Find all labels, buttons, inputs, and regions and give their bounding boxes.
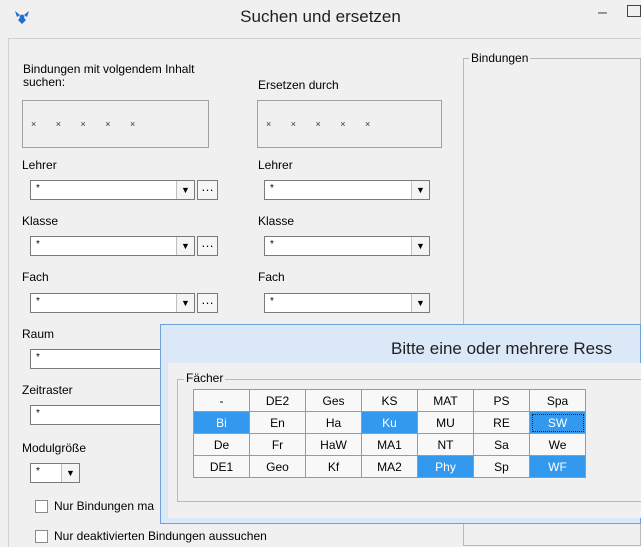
replace-subject-label: Fach xyxy=(258,270,285,284)
teacher-value: * xyxy=(36,183,40,194)
subject-cell[interactable]: MAT xyxy=(417,389,474,412)
subjects-group-caption: Fächer xyxy=(184,371,226,385)
bindings-group-caption: Bindungen xyxy=(469,51,531,65)
chevron-down-icon[interactable]: ▼ xyxy=(411,237,429,255)
subject-cell[interactable]: SW xyxy=(529,411,586,434)
subject-cell[interactable]: MA2 xyxy=(361,455,418,478)
subject-cell[interactable]: MA1 xyxy=(361,433,418,456)
subject-cell[interactable]: Ku xyxy=(361,411,418,434)
chevron-down-icon[interactable]: ▼ xyxy=(176,181,194,199)
subject-value: * xyxy=(36,296,40,307)
search-label-line2: suchen: xyxy=(23,75,66,89)
subject-cell[interactable]: KS xyxy=(361,389,418,412)
subject-cell[interactable]: En xyxy=(249,411,306,434)
module-size-combo[interactable]: * ▼ xyxy=(30,463,80,483)
only-deactivated-label: Nur deaktivierten Bindungen aussuchen xyxy=(54,529,267,543)
module-size-value: * xyxy=(36,466,40,477)
subject-cell[interactable]: Phy xyxy=(417,455,474,478)
replace-class-combo[interactable]: * ▼ xyxy=(264,236,430,256)
subject-cell[interactable]: DE2 xyxy=(249,389,306,412)
chevron-down-icon[interactable]: ▼ xyxy=(61,464,79,482)
popup-title: Bitte eine oder mehrere Ress xyxy=(391,339,613,358)
subject-cell[interactable]: Ha xyxy=(305,411,362,434)
subject-cell[interactable]: Sa xyxy=(473,433,530,456)
subject-label: Fach xyxy=(22,270,49,284)
class-browse-button[interactable]: … xyxy=(197,236,218,256)
subject-cell[interactable]: Ges xyxy=(305,389,362,412)
room-label: Raum xyxy=(22,327,55,341)
class-label: Klasse xyxy=(22,214,59,228)
chevron-down-icon[interactable]: ▼ xyxy=(411,294,429,312)
subject-cell[interactable]: De xyxy=(193,433,250,456)
chevron-down-icon[interactable]: ▼ xyxy=(411,181,429,199)
subject-cell[interactable]: RE xyxy=(473,411,530,434)
replace-label: Ersetzen durch xyxy=(258,78,339,92)
minimize-button[interactable]: – xyxy=(598,4,612,22)
replace-teacher-label: Lehrer xyxy=(258,158,293,172)
search-pattern-box[interactable]: × × × × × xyxy=(22,100,209,148)
subject-cell[interactable]: Bi xyxy=(193,411,250,434)
subject-cell[interactable]: WF xyxy=(529,455,586,478)
teacher-label: Lehrer xyxy=(22,158,57,172)
replace-subject-combo[interactable]: * ▼ xyxy=(264,293,430,313)
subject-combo[interactable]: * ▼ xyxy=(30,293,195,313)
module-size-label: Modulgröße xyxy=(22,441,87,455)
subject-cell[interactable]: DE1 xyxy=(193,455,250,478)
resource-picker-popup: Bitte eine oder mehrere Ress Fächer - DE2… xyxy=(160,324,641,524)
subject-cell[interactable]: PS xyxy=(473,389,530,412)
chevron-down-icon[interactable]: ▼ xyxy=(176,237,194,255)
subject-cell[interactable]: Geo xyxy=(249,455,306,478)
subject-cell[interactable]: - xyxy=(193,389,250,412)
only-bindings-checkbox[interactable] xyxy=(35,500,48,513)
replace-teacher-value: * xyxy=(270,183,274,194)
popup-body: Fächer - DE2 Ges KS MAT PS Spa Bi En Ha Ku MU RE SW De… xyxy=(168,363,641,518)
teacher-combo[interactable]: * ▼ xyxy=(30,180,195,200)
subject-cell[interactable]: Sp xyxy=(473,455,530,478)
window-title: Suchen und ersetzen xyxy=(240,7,401,26)
class-combo[interactable]: * ▼ xyxy=(30,236,195,256)
room-value: * xyxy=(36,352,40,363)
subject-cell[interactable]: HaW xyxy=(305,433,362,456)
timegrid-value: * xyxy=(36,408,40,419)
grid-row: De Fr HaW MA1 NT Sa We xyxy=(193,433,586,456)
replace-teacher-combo[interactable]: * ▼ xyxy=(264,180,430,200)
replace-pattern-box[interactable]: × × × × × xyxy=(257,100,442,148)
subject-cell[interactable]: MU xyxy=(417,411,474,434)
subject-cell[interactable]: NT xyxy=(417,433,474,456)
subject-cell[interactable]: Spa xyxy=(529,389,586,412)
only-bindings-label: Nur Bindungen ma xyxy=(54,499,155,513)
maximize-button[interactable] xyxy=(627,5,641,17)
replace-class-label: Klasse xyxy=(258,214,295,228)
subject-cell[interactable]: Kf xyxy=(305,455,362,478)
subject-browse-button[interactable]: … xyxy=(197,293,218,313)
search-pattern: × × × × × xyxy=(31,119,136,129)
chevron-down-icon[interactable]: ▼ xyxy=(176,294,194,312)
grid-row: DE1 Geo Kf MA2 Phy Sp WF xyxy=(193,455,586,478)
subject-grid: - DE2 Ges KS MAT PS Spa Bi En Ha Ku MU RE SW De Fr HaW MA… xyxy=(193,389,586,478)
replace-subject-value: * xyxy=(270,296,274,307)
teacher-browse-button[interactable]: … xyxy=(197,180,218,200)
class-value: * xyxy=(36,239,40,250)
only-deactivated-checkbox[interactable] xyxy=(35,530,48,543)
grid-row: - DE2 Ges KS MAT PS Spa xyxy=(193,389,586,412)
timegrid-label: Zeitraster xyxy=(22,383,73,397)
replace-class-value: * xyxy=(270,239,274,250)
search-label-line1: Bindungen mit volgendem Inhalt xyxy=(23,62,195,76)
subject-cell[interactable]: We xyxy=(529,433,586,456)
replace-pattern: × × × × × xyxy=(266,119,371,129)
subject-cell[interactable]: Fr xyxy=(249,433,306,456)
grid-row: Bi En Ha Ku MU RE SW xyxy=(193,411,586,434)
